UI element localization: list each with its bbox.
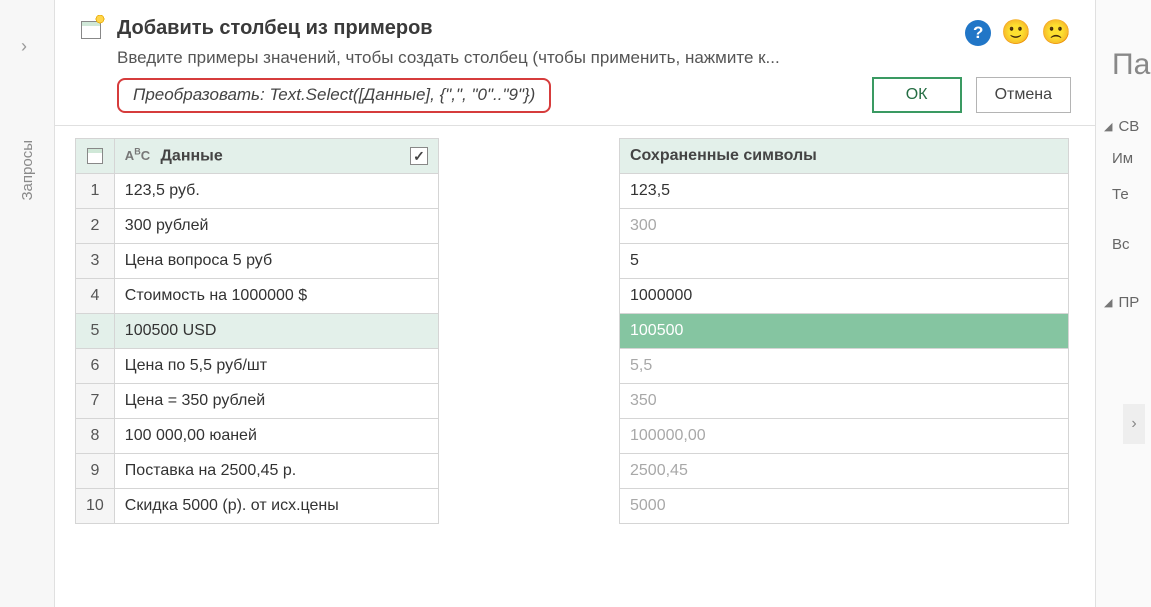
table-row[interactable]: 6Цена по 5,5 руб/шт	[76, 349, 439, 384]
table-row[interactable]: 10Скидка 5000 (р). от исх.цены	[76, 489, 439, 524]
table-row[interactable]: 100500	[620, 314, 1069, 349]
source-cell[interactable]: Цена вопроса 5 руб	[114, 244, 438, 279]
output-cell[interactable]: 5	[620, 244, 1069, 279]
settings-side-panel[interactable]: Па ◢ СВ Им Те Вс ◢ ПР ›	[1095, 0, 1151, 607]
source-cell[interactable]: Поставка на 2500,45 р.	[114, 454, 438, 489]
ok-button[interactable]: ОК	[872, 77, 962, 113]
formula-prefix: Преобразовать:	[133, 85, 269, 104]
output-cell[interactable]: 2500,45	[620, 454, 1069, 489]
row-number[interactable]: 2	[76, 209, 115, 244]
table-row[interactable]: 2500,45	[620, 454, 1069, 489]
chevron-right-icon: ›	[21, 36, 27, 57]
column-select-checkbox[interactable]: ✓	[410, 147, 428, 165]
output-cell[interactable]: 1000000	[620, 279, 1069, 314]
queries-panel-label: Запросы	[19, 140, 36, 201]
source-cell[interactable]: Цена = 350 рублей	[114, 384, 438, 419]
output-cell[interactable]: 5000	[620, 489, 1069, 524]
table-row[interactable]: 9Поставка на 2500,45 р.	[76, 454, 439, 489]
help-icon[interactable]: ?	[965, 20, 991, 46]
column-from-examples-icon	[79, 16, 103, 40]
formula-highlight: Преобразовать: Text.Select([Данные], {",…	[117, 78, 551, 113]
output-cell[interactable]: 100000,00	[620, 419, 1069, 454]
source-table[interactable]: ABC Данные ✓ 1123,5 руб.2300 рублей3Цена…	[75, 138, 439, 524]
section-properties[interactable]: ◢ СВ	[1104, 118, 1139, 135]
table-row[interactable]: 123,5	[620, 174, 1069, 209]
source-column-header[interactable]: ABC Данные ✓	[114, 139, 438, 174]
prop-row-name: Им	[1112, 150, 1133, 167]
table-row[interactable]: 5100500 USD	[76, 314, 439, 349]
table-row[interactable]: 5000	[620, 489, 1069, 524]
table-row[interactable]: 350	[620, 384, 1069, 419]
table-row[interactable]: 8100 000,00 юаней	[76, 419, 439, 454]
row-number[interactable]: 1	[76, 174, 115, 209]
row-number[interactable]: 10	[76, 489, 115, 524]
table-row[interactable]: 1123,5 руб.	[76, 174, 439, 209]
output-cell[interactable]: 5,5	[620, 349, 1069, 384]
queries-side-panel[interactable]: › Запросы	[0, 0, 55, 607]
banner-title: Добавить столбец из примеров	[117, 17, 433, 40]
prop-row-text: Те	[1112, 186, 1129, 203]
table-row[interactable]: 100000,00	[620, 419, 1069, 454]
table-row[interactable]: 4Стоимость на 1000000 $	[76, 279, 439, 314]
source-cell[interactable]: 123,5 руб.	[114, 174, 438, 209]
table-row[interactable]: 5	[620, 244, 1069, 279]
output-column-header[interactable]: Сохраненные символы	[620, 139, 1069, 174]
table-row[interactable]: 1000000	[620, 279, 1069, 314]
row-number[interactable]: 4	[76, 279, 115, 314]
source-cell[interactable]: Скидка 5000 (р). от исх.цены	[114, 489, 438, 524]
collapse-chevron-icon[interactable]: ›	[1123, 404, 1145, 444]
add-column-banner: Добавить столбец из примеров Введите при…	[55, 0, 1095, 126]
output-cell[interactable]: 100500	[620, 314, 1069, 349]
prop-row-all: Вс	[1112, 236, 1130, 253]
settings-title: Па	[1112, 48, 1150, 82]
table-menu-corner[interactable]	[76, 139, 115, 174]
table-row[interactable]: 7Цена = 350 рублей	[76, 384, 439, 419]
output-cell[interactable]: 350	[620, 384, 1069, 419]
row-number[interactable]: 9	[76, 454, 115, 489]
banner-subtitle: Введите примеры значений, чтобы создать …	[117, 48, 872, 68]
row-number[interactable]: 8	[76, 419, 115, 454]
output-cell[interactable]: 123,5	[620, 174, 1069, 209]
row-number[interactable]: 3	[76, 244, 115, 279]
cancel-button[interactable]: Отмена	[976, 77, 1071, 113]
type-text-icon: ABC	[125, 148, 150, 163]
source-cell[interactable]: 100 000,00 юаней	[114, 419, 438, 454]
source-cell[interactable]: 100500 USD	[114, 314, 438, 349]
table-row[interactable]: 300	[620, 209, 1069, 244]
frown-feedback-icon[interactable]: 🙁	[1041, 18, 1071, 47]
triangle-icon: ◢	[1104, 120, 1112, 133]
row-number[interactable]: 6	[76, 349, 115, 384]
table-row[interactable]: 2300 рублей	[76, 209, 439, 244]
table-row[interactable]: 3Цена вопроса 5 руб	[76, 244, 439, 279]
source-cell[interactable]: Стоимость на 1000000 $	[114, 279, 438, 314]
section-steps[interactable]: ◢ ПР	[1104, 294, 1139, 311]
row-number[interactable]: 7	[76, 384, 115, 419]
table-row[interactable]: 5,5	[620, 349, 1069, 384]
triangle-icon: ◢	[1104, 296, 1112, 309]
source-cell[interactable]: Цена по 5,5 руб/шт	[114, 349, 438, 384]
row-number[interactable]: 5	[76, 314, 115, 349]
source-cell[interactable]: 300 рублей	[114, 209, 438, 244]
source-column-name: Данные	[161, 147, 223, 164]
table-icon	[87, 148, 103, 164]
output-cell[interactable]: 300	[620, 209, 1069, 244]
output-table[interactable]: Сохраненные символы 123,5300510000001005…	[619, 138, 1069, 524]
formula-body: Text.Select([Данные], {",", "0".."9"})	[269, 85, 535, 104]
main-content: Добавить столбец из примеров Введите при…	[55, 0, 1095, 607]
smile-feedback-icon[interactable]: 🙂	[1001, 18, 1031, 47]
